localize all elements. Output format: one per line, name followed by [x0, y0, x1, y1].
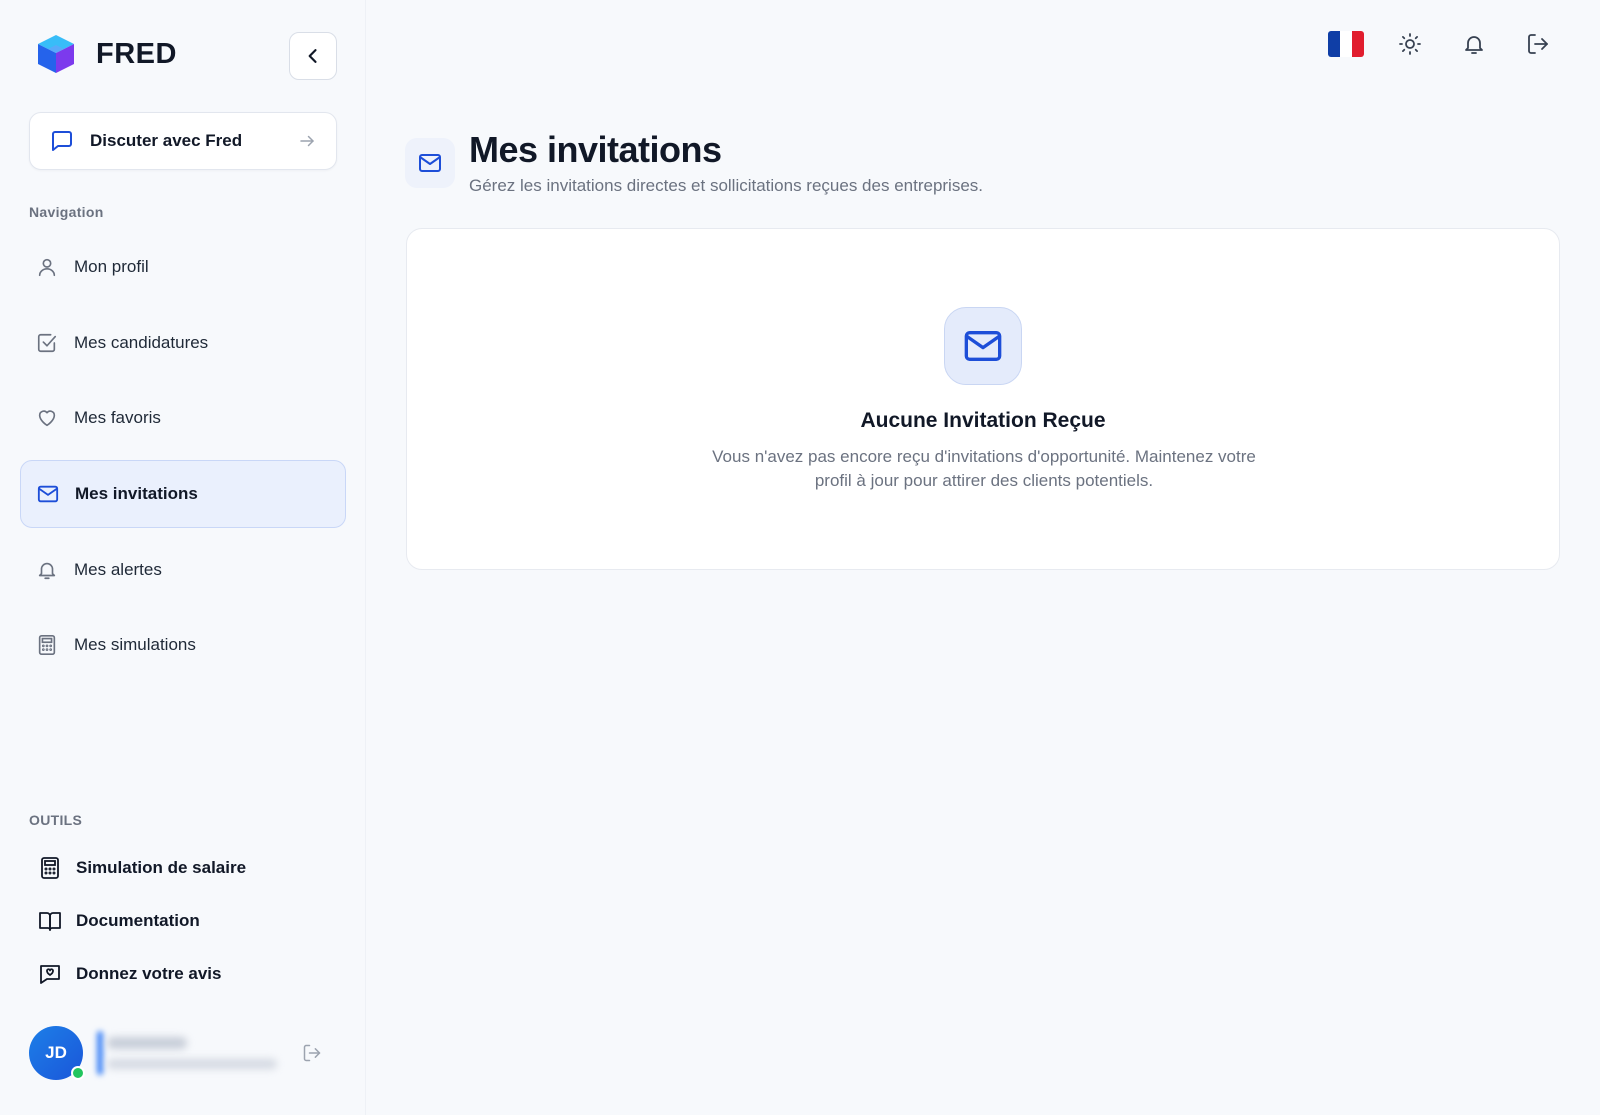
bell-icon	[38, 562, 56, 580]
theme-toggle-button[interactable]	[1388, 26, 1432, 62]
user-info-redacted	[97, 1029, 297, 1077]
navigation-section-title: Navigation	[29, 204, 104, 220]
bell-icon	[1465, 36, 1483, 54]
empty-state-title: Aucune Invitation Reçue	[860, 409, 1106, 432]
sidebar-item-label: Mes candidatures	[74, 333, 209, 352]
mail-icon	[419, 154, 441, 172]
calculator-icon	[38, 635, 56, 655]
checkbox-icon	[37, 333, 57, 353]
book-icon	[39, 912, 61, 931]
chat-button-label: Discuter avec Fred	[90, 131, 243, 150]
logout-button[interactable]	[1516, 26, 1560, 62]
avatar-initials: JD	[45, 1043, 67, 1062]
notifications-button[interactable]	[1452, 26, 1496, 62]
empty-state-icon	[944, 307, 1022, 385]
user-profile-row[interactable]: JD	[29, 1026, 337, 1080]
tool-item-documentation[interactable]: Documentation	[38, 905, 200, 937]
tools-section-title: OUTILS	[29, 812, 83, 828]
logout-icon	[1528, 34, 1548, 54]
brand[interactable]: FRED	[36, 33, 177, 75]
mail-icon	[37, 485, 59, 503]
avatar[interactable]: JD	[29, 1026, 85, 1080]
sidebar: FRED Discuter avec Fred Navigation Mon p…	[0, 0, 366, 1115]
chevron-left-icon	[308, 49, 317, 63]
collapse-sidebar-button[interactable]	[289, 32, 337, 80]
page-title: Mes invitations	[469, 129, 722, 170]
invitations-card: Aucune Invitation Reçue Vous n'avez pas …	[406, 228, 1560, 570]
online-status-dot	[71, 1066, 85, 1080]
page-header: Mes invitations Gérez les invitations di…	[405, 128, 983, 196]
sidebar-item-label: Mes simulations	[74, 635, 196, 654]
france-flag-icon	[1328, 31, 1364, 57]
tool-item-label: Documentation	[76, 911, 200, 930]
sidebar-item-mes-invitations[interactable]: Mes invitations	[20, 460, 346, 528]
sidebar-item-mes-alertes[interactable]: Mes alertes	[20, 536, 346, 604]
language-switcher[interactable]	[1324, 26, 1368, 62]
feedback-icon	[40, 965, 60, 984]
sidebar-item-label: Mes favoris	[74, 408, 161, 427]
cube-logo-icon	[38, 35, 74, 73]
empty-state-description: Vous n'avez pas encore reçu d'invitation…	[712, 447, 1256, 490]
user-logout-button[interactable]	[297, 1038, 327, 1068]
heart-icon	[38, 410, 56, 427]
sidebar-item-label: Mes invitations	[75, 484, 198, 503]
mail-icon	[964, 331, 1002, 361]
tool-item-label: Simulation de salaire	[76, 858, 247, 877]
sidebar-item-label: Mon profil	[74, 257, 149, 276]
tool-item-donnez-votre-avis[interactable]: Donnez votre avis	[38, 958, 222, 990]
sidebar-item-mon-profil[interactable]: Mon profil	[20, 233, 346, 301]
sidebar-item-mes-favoris[interactable]: Mes favoris	[20, 384, 346, 452]
logout-icon	[303, 1044, 321, 1062]
tool-item-simulation-de-salaire[interactable]: Simulation de salaire	[38, 852, 246, 884]
brand-name: FRED	[96, 37, 177, 70]
sidebar-item-mes-candidatures[interactable]: Mes candidatures	[20, 309, 346, 377]
chat-with-fred-button[interactable]: Discuter avec Fred	[29, 112, 337, 170]
tool-item-label: Donnez votre avis	[76, 964, 222, 983]
user-icon	[38, 258, 56, 277]
top-bar-actions	[1304, 26, 1560, 62]
arrow-right-icon	[300, 135, 314, 147]
page-subtitle: Gérez les invitations directes et sollic…	[469, 176, 984, 195]
sidebar-item-mes-simulations[interactable]: Mes simulations	[20, 611, 346, 679]
calculator-icon	[41, 857, 59, 879]
sidebar-item-label: Mes alertes	[74, 560, 162, 579]
chat-icon	[52, 131, 72, 151]
page-header-icon	[405, 138, 455, 188]
sun-icon	[1399, 33, 1421, 55]
